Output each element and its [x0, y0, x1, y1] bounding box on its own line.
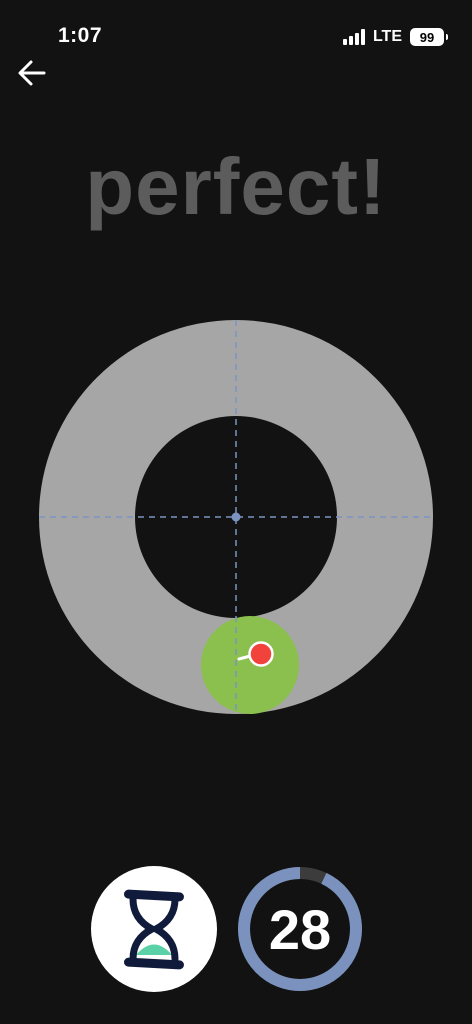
network-type: LTE — [372, 28, 402, 45]
cellular-signal-icon — [342, 29, 365, 45]
hourglass-icon — [124, 889, 184, 970]
inner-circle — [135, 416, 337, 618]
counter-value: 28 — [268, 897, 332, 961]
player-marker[interactable] — [248, 641, 274, 667]
arrow-left-icon — [18, 60, 46, 86]
round-counter: 28 — [237, 866, 363, 992]
status-indicators: LTE 99 — [342, 26, 448, 48]
battery-level: 99 — [419, 29, 435, 45]
target-disc[interactable] — [201, 616, 299, 714]
feedback-text: perfect! — [85, 142, 387, 231]
battery-icon: 99 — [410, 28, 448, 46]
center-dot — [231, 512, 241, 522]
status-time: 1:07 — [58, 24, 103, 47]
timer-button[interactable] — [91, 866, 217, 992]
back-button[interactable] — [14, 56, 50, 90]
